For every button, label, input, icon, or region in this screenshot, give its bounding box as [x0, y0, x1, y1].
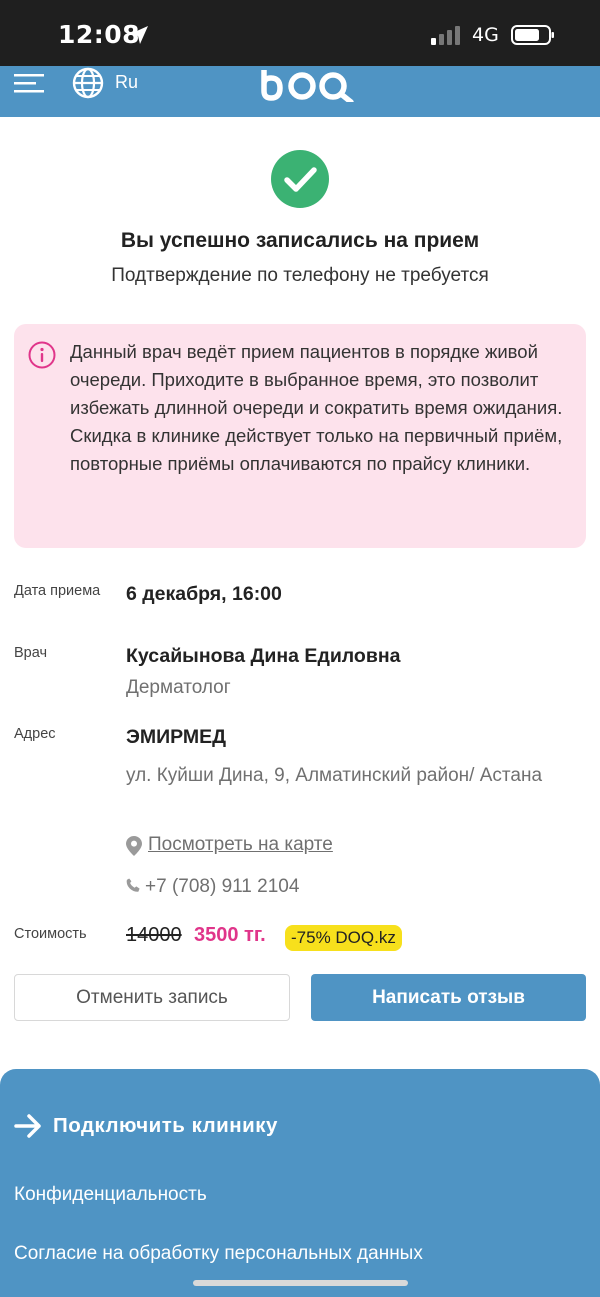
success-subtitle: Подтверждение по телефону не требуется	[111, 265, 489, 286]
notice-text: Данный врач ведёт прием пациентов в поря…	[70, 341, 563, 474]
network-type: 4G	[472, 24, 499, 46]
doctor-specialty: Дерматолог	[126, 677, 231, 698]
doq-logo[interactable]	[258, 66, 358, 102]
success-title: Вы успешно записались на прием	[120, 229, 480, 252]
new-price: 3500 тг.	[194, 924, 266, 946]
queue-notice: Данный врач ведёт прием пациентов в поря…	[14, 324, 586, 548]
address-label: Адрес	[14, 726, 56, 742]
arrow-right-icon	[14, 1114, 41, 1138]
home-indicator[interactable]	[193, 1280, 408, 1286]
check-circle-icon	[271, 150, 329, 208]
status-bar: 12:08 4G	[0, 0, 600, 66]
cancel-appointment-button[interactable]: Отменить запись	[14, 974, 290, 1021]
cost-label: Стоимость	[14, 926, 87, 942]
language-selector[interactable]: Ru	[115, 72, 138, 93]
data-consent-link[interactable]: Согласие на обработку персональных данны…	[14, 1243, 423, 1265]
info-icon	[28, 341, 56, 369]
connect-clinic-link[interactable]: Подключить клинику	[53, 1114, 278, 1138]
battery-icon	[511, 25, 554, 45]
app-header: Ru	[0, 66, 600, 117]
clinic-name: ЭМИРМЕД	[126, 726, 227, 748]
globe-icon[interactable]	[71, 66, 105, 100]
clinic-address: ул. Куйши Дина, 9, Алматинский район/ Ас…	[126, 765, 543, 786]
menu-icon[interactable]	[14, 70, 46, 98]
map-pin-icon	[126, 836, 142, 856]
phone-icon	[126, 878, 140, 892]
clinic-phone[interactable]: +7 (708) 911 2104	[145, 876, 299, 898]
old-price: 14000	[126, 924, 182, 946]
write-review-button[interactable]: Написать отзыв	[311, 974, 586, 1021]
doctor-label: Врач	[14, 645, 48, 661]
doctor-name: Кусайынова Дина Едиловна	[126, 645, 401, 667]
date-label: Дата приема	[14, 583, 101, 599]
location-arrow-icon	[130, 26, 148, 44]
signal-icon	[431, 26, 460, 45]
discount-badge: -75% DOQ.kz	[285, 925, 402, 951]
appointment-date: 6 декабря, 16:00	[126, 583, 282, 605]
view-on-map-link[interactable]: Посмотреть на карте	[148, 834, 333, 856]
footer: Подключить клинику Конфиденциальность Со…	[0, 1069, 600, 1297]
privacy-link[interactable]: Конфиденциальность	[14, 1184, 207, 1206]
